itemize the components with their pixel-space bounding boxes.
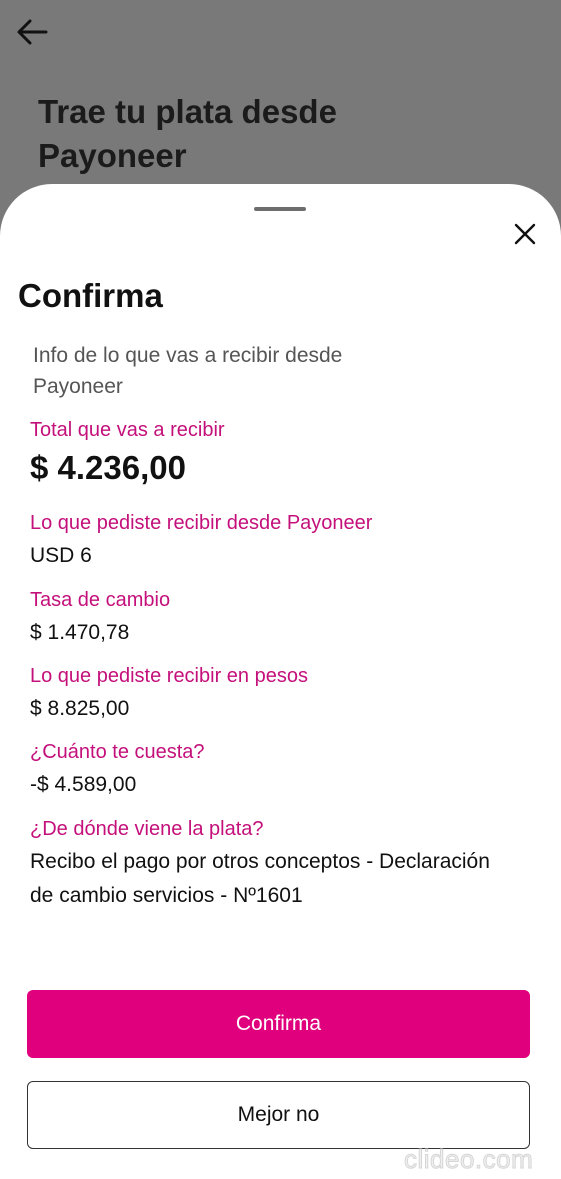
sheet-title: Confirma (18, 277, 163, 314)
source-field: ¿De dónde viene la plata? Recibo el pago… (30, 815, 530, 913)
cost-label: ¿Cuánto te cuesta? (30, 741, 205, 763)
cancel-button[interactable]: Mejor no (27, 1081, 530, 1149)
close-button[interactable] (505, 214, 545, 254)
requested-pesos-label: Lo que pediste recibir en pesos (30, 665, 308, 687)
total-label: Total que vas a recibir (30, 419, 225, 441)
exchange-rate-label: Tasa de cambio (30, 589, 171, 611)
cost-value: -$ 4.589,00 (30, 773, 137, 796)
cost-field: ¿Cuánto te cuesta? -$ 4.589,00 (30, 738, 530, 802)
source-label: ¿De dónde viene la plata? (30, 818, 264, 840)
requested-pesos-field: Lo que pediste recibir en pesos $ 8.825,… (30, 662, 530, 726)
requested-pesos-value: $ 8.825,00 (30, 697, 130, 720)
source-value: Recibo el pago por otros conceptos - Dec… (30, 850, 490, 907)
requested-usd-value: USD 6 (30, 544, 92, 567)
arrow-left-icon (17, 19, 48, 45)
close-icon (514, 223, 536, 245)
back-button[interactable] (12, 14, 52, 50)
requested-usd-label: Lo que pediste recibir desde Payoneer (30, 512, 373, 534)
requested-usd-field: Lo que pediste recibir desde Payoneer US… (30, 509, 530, 573)
watermark: clideo.com (403, 1144, 534, 1175)
total-amount: $ 4.236,00 (30, 449, 186, 486)
page-title: Trae tu plata desde Payoneer (38, 93, 337, 174)
exchange-rate-value: $ 1.470,78 (30, 621, 130, 644)
confirm-button[interactable]: Confirma (27, 990, 530, 1058)
confirm-bottom-sheet: Confirma Info de lo que vas a recibir de… (0, 184, 561, 1179)
total-field: Total que vas a recibir $ 4.236,00 (30, 416, 530, 490)
exchange-rate-field: Tasa de cambio $ 1.470,78 (30, 586, 530, 650)
sheet-subtitle: Info de lo que vas a recibir desde Payon… (33, 344, 343, 398)
drag-handle[interactable] (254, 207, 306, 211)
